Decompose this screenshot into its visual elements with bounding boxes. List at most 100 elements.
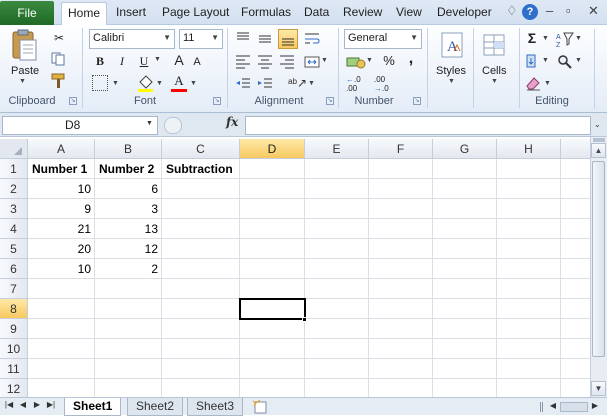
accounting-format-icon[interactable] bbox=[346, 53, 366, 71]
column-header-b[interactable]: B bbox=[95, 139, 162, 159]
tab-insert[interactable]: Insert bbox=[116, 5, 146, 23]
cell-b3[interactable]: 3 bbox=[95, 199, 162, 219]
scrollbar-thumb[interactable] bbox=[592, 161, 605, 357]
shrink-font-button[interactable]: A bbox=[190, 54, 204, 70]
font-launcher-icon[interactable]: ↘ bbox=[213, 97, 221, 105]
clear-icon[interactable] bbox=[524, 75, 542, 91]
cell-b1[interactable]: Number 2 bbox=[95, 159, 162, 179]
font-color-icon[interactable]: A bbox=[170, 73, 188, 93]
underline-button[interactable]: U bbox=[136, 53, 152, 69]
styles-dropdown-icon[interactable]: ▼ bbox=[448, 78, 455, 85]
horizontal-scrollbar-thumb[interactable] bbox=[560, 402, 588, 412]
tab-page-layout[interactable]: Page Layout bbox=[162, 5, 229, 23]
row-header-5[interactable]: 5 bbox=[0, 239, 28, 259]
wrap-text-icon[interactable] bbox=[303, 30, 321, 48]
scroll-down-button[interactable]: ▼ bbox=[591, 381, 606, 396]
cell-a2[interactable]: 10 bbox=[28, 179, 95, 199]
borders-dropdown-icon[interactable]: ▼ bbox=[112, 80, 119, 87]
number-format-combo[interactable]: General ▼ bbox=[344, 29, 422, 49]
cells-dropdown-icon[interactable]: ▼ bbox=[491, 78, 498, 85]
scroll-left-icon[interactable]: ◀ bbox=[548, 401, 558, 410]
cell-a4[interactable]: 21 bbox=[28, 219, 95, 239]
scroll-up-button[interactable]: ▲ bbox=[591, 143, 606, 158]
row-header-9[interactable]: 9 bbox=[0, 319, 28, 339]
vertical-scrollbar[interactable]: ▲ ▼ bbox=[590, 137, 607, 397]
column-header-e[interactable]: E bbox=[305, 139, 369, 159]
increase-indent-icon[interactable] bbox=[256, 75, 274, 93]
sheet-tab-1[interactable]: Sheet1 bbox=[64, 398, 122, 416]
copy-icon[interactable] bbox=[50, 52, 68, 66]
name-box[interactable]: D8 bbox=[2, 116, 158, 135]
cell-c1[interactable]: Subtraction bbox=[162, 159, 240, 179]
tab-review[interactable]: Review bbox=[343, 5, 382, 23]
sort-filter-dropdown-icon[interactable]: ▼ bbox=[575, 35, 582, 42]
clipboard-launcher-icon[interactable]: ↘ bbox=[69, 97, 77, 105]
sheet-tab-2[interactable]: Sheet2 bbox=[127, 398, 184, 416]
row-header-2[interactable]: 2 bbox=[0, 179, 28, 199]
fill-color-dropdown-icon[interactable]: ▼ bbox=[156, 80, 163, 87]
align-bottom-icon[interactable] bbox=[278, 29, 298, 49]
sort-filter-icon[interactable]: AZ bbox=[556, 30, 574, 49]
comma-style-button[interactable]: , bbox=[404, 51, 418, 67]
row-header-12[interactable]: 12 bbox=[0, 379, 28, 397]
styles-button[interactable]: Styles bbox=[436, 65, 466, 77]
cut-icon[interactable]: ✂ bbox=[50, 30, 68, 46]
align-top-icon[interactable] bbox=[234, 30, 252, 48]
expand-formula-bar-icon[interactable]: ⌄ bbox=[594, 120, 601, 129]
row-header-4[interactable]: 4 bbox=[0, 219, 28, 239]
alignment-launcher-icon[interactable]: ↘ bbox=[326, 97, 334, 105]
column-header-a[interactable]: A bbox=[28, 139, 95, 159]
cell-a3[interactable]: 9 bbox=[28, 199, 95, 219]
row-header-8[interactable]: 8 bbox=[0, 299, 28, 319]
paste-icon[interactable] bbox=[8, 29, 38, 63]
borders-icon[interactable] bbox=[92, 75, 108, 91]
window-restore-icon[interactable]: ▫ bbox=[566, 3, 571, 18]
orientation-icon[interactable]: ᵃᵇ↗ bbox=[288, 75, 307, 91]
row-header-11[interactable]: 11 bbox=[0, 359, 28, 379]
italic-button[interactable]: I bbox=[114, 53, 130, 69]
find-select-icon[interactable] bbox=[556, 53, 574, 71]
cell-b5[interactable]: 12 bbox=[95, 239, 162, 259]
grow-font-button[interactable]: A bbox=[172, 52, 186, 68]
name-box-dropdown-icon[interactable]: ▼ bbox=[146, 120, 153, 127]
row-header-7[interactable]: 7 bbox=[0, 279, 28, 299]
cell-a6[interactable]: 10 bbox=[28, 259, 95, 279]
fill-icon[interactable] bbox=[524, 53, 540, 69]
insert-worksheet-icon[interactable] bbox=[252, 399, 272, 415]
clear-dropdown-icon[interactable]: ▼ bbox=[544, 80, 551, 87]
cells-button[interactable]: Cells bbox=[482, 65, 506, 77]
first-sheet-icon[interactable]: |◀ bbox=[4, 400, 14, 409]
worksheet-grid[interactable]: A B C D E F G H 1 2 3 4 5 6 7 8 9 10 11 … bbox=[0, 139, 590, 397]
next-sheet-icon[interactable]: ▶ bbox=[32, 400, 42, 409]
row-header-10[interactable]: 10 bbox=[0, 339, 28, 359]
file-tab[interactable]: File bbox=[0, 1, 54, 25]
accounting-dropdown-icon[interactable]: ▼ bbox=[366, 57, 373, 64]
minimize-ribbon-icon[interactable]: ♢ bbox=[506, 3, 518, 19]
insert-function-icon[interactable]: fx bbox=[226, 115, 238, 129]
paste-button[interactable]: Paste bbox=[11, 65, 39, 77]
prev-sheet-icon[interactable]: ◀ bbox=[18, 400, 28, 409]
cells-icon[interactable] bbox=[482, 31, 506, 59]
split-box[interactable] bbox=[593, 138, 605, 142]
cell-b6[interactable]: 2 bbox=[95, 259, 162, 279]
tab-data[interactable]: Data bbox=[304, 5, 329, 23]
percent-style-button[interactable]: % bbox=[382, 53, 396, 69]
help-icon[interactable]: ? bbox=[522, 4, 538, 20]
styles-icon[interactable]: A bbox=[440, 31, 464, 59]
format-painter-icon[interactable] bbox=[50, 73, 68, 89]
autosum-dropdown-icon[interactable]: ▼ bbox=[542, 35, 549, 42]
window-minimize-icon[interactable]: – bbox=[546, 3, 553, 18]
decrease-indent-icon[interactable] bbox=[234, 75, 252, 93]
sheet-tab-3[interactable]: Sheet3 bbox=[187, 398, 244, 416]
merge-dropdown-icon[interactable]: ▼ bbox=[321, 57, 328, 64]
row-header-6[interactable]: 6 bbox=[0, 259, 28, 279]
row-header-1[interactable]: 1 bbox=[0, 159, 28, 179]
decrease-decimal-button[interactable]: .00 →.0 bbox=[374, 75, 400, 95]
column-header-g[interactable]: G bbox=[433, 139, 497, 159]
row-header-3[interactable]: 3 bbox=[0, 199, 28, 219]
column-header-f[interactable]: F bbox=[369, 139, 433, 159]
align-middle-icon[interactable] bbox=[256, 30, 274, 48]
align-center-icon[interactable] bbox=[256, 53, 274, 71]
tab-developer[interactable]: Developer bbox=[437, 5, 492, 23]
increase-decimal-button[interactable]: ←.0.00 bbox=[346, 75, 372, 95]
